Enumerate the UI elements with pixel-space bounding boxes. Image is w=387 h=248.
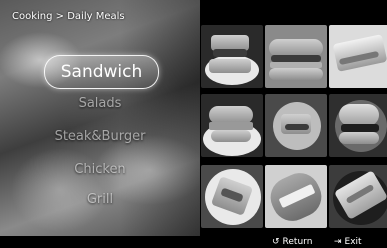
recipe-thumbnail[interactable] [201,94,263,157]
menu-item-chicken[interactable]: Chicken [0,162,200,177]
recipe-thumbnail[interactable] [329,25,387,88]
exit-button[interactable]: ⇥ Exit [334,236,362,248]
return-button[interactable]: ↺ Return [272,236,312,248]
recipe-thumbnail[interactable] [265,94,327,157]
menu-item-label: Sandwich [60,62,143,82]
recipe-thumbnail[interactable] [265,25,327,88]
menu-item-sandwich[interactable]: Sandwich [44,55,159,89]
return-icon: ↺ [272,237,280,247]
menu-item-salads[interactable]: Salads [0,96,200,111]
breadcrumb: Cooking > Daily Meals [12,11,125,22]
return-label: Return [282,237,313,247]
menu-item-grill[interactable]: Grill [0,192,200,207]
recipe-thumbnail[interactable] [329,165,387,228]
exit-icon: ⇥ [334,237,342,247]
recipe-thumbnail[interactable] [265,165,327,228]
recipe-thumbnail[interactable] [201,165,263,228]
bottom-bar [0,236,387,248]
recipe-thumbnail[interactable] [201,25,263,88]
exit-label: Exit [344,237,362,247]
recipe-thumbnail[interactable] [329,94,387,157]
menu-item-steak-burger[interactable]: Steak&Burger [0,129,200,144]
screen: Cooking > Daily Meals Sandwich Salads St… [0,0,387,248]
